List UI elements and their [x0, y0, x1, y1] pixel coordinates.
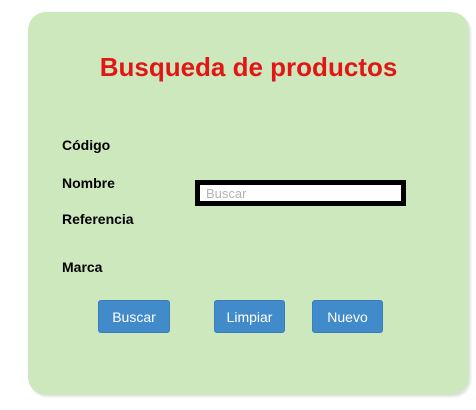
search-button[interactable]: Buscar	[98, 300, 170, 333]
nombre-label: Nombre	[62, 175, 115, 191]
search-panel: Busqueda de productos Código Nombre Refe…	[28, 12, 469, 395]
search-input[interactable]	[195, 180, 406, 206]
new-button[interactable]: Nuevo	[312, 300, 383, 333]
codigo-label: Código	[62, 137, 111, 153]
clear-button[interactable]: Limpiar	[214, 300, 285, 333]
page-title: Busqueda de productos	[99, 52, 398, 82]
marca-label: Marca	[62, 259, 103, 275]
referencia-label: Referencia	[62, 211, 134, 227]
